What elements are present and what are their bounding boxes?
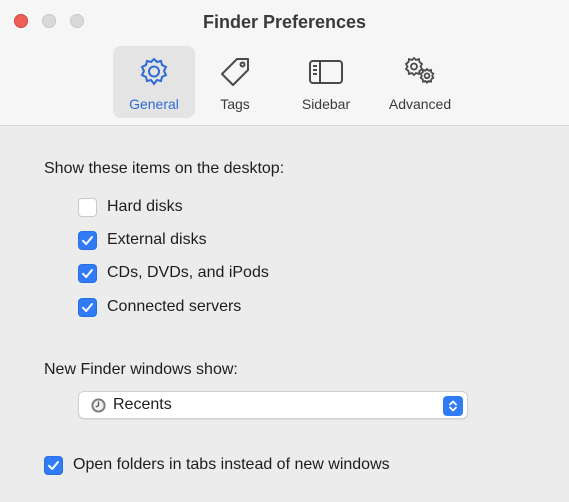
hard-disks-label: Hard disks: [107, 198, 183, 215]
tab-advanced[interactable]: Advanced: [376, 46, 464, 118]
tab-general[interactable]: General: [113, 46, 195, 118]
tab-sidebar[interactable]: Sidebar: [284, 46, 368, 118]
cds-dvds-ipods-checkbox[interactable]: [78, 263, 97, 283]
connected-servers-option[interactable]: Connected servers: [78, 296, 241, 318]
hard-disks-option[interactable]: Hard disks: [78, 196, 183, 218]
tab-tags[interactable]: Tags: [205, 46, 265, 118]
checkmark-icon: [82, 268, 93, 278]
hard-disks-checkbox[interactable]: [78, 197, 97, 217]
connected-servers-checkbox[interactable]: [78, 297, 97, 317]
open-folders-in-tabs-checkbox[interactable]: [44, 455, 63, 475]
open-folders-in-tabs-label: Open folders in tabs instead of new wind…: [73, 456, 390, 473]
cds-dvds-ipods-label: CDs, DVDs, and iPods: [107, 264, 269, 281]
tab-general-label: General: [129, 96, 179, 112]
tab-sidebar-label: Sidebar: [301, 96, 351, 112]
checkmark-icon: [82, 302, 93, 312]
external-disks-option[interactable]: External disks: [78, 229, 207, 251]
sidebar-icon: [306, 52, 346, 92]
new-windows-selected-value: Recents: [113, 396, 172, 413]
connected-servers-label: Connected servers: [107, 298, 242, 315]
finder-preferences-window: Finder Preferences General Tags Sidebar …: [0, 0, 569, 502]
clock-icon: [91, 398, 106, 413]
chevron-up-down-icon: [449, 400, 457, 412]
popup-stepper-button[interactable]: [443, 396, 463, 416]
cds-dvds-ipods-option[interactable]: CDs, DVDs, and iPods: [78, 262, 269, 284]
gear-icon: [134, 52, 174, 92]
external-disks-label: External disks: [107, 231, 207, 248]
new-windows-heading: New Finder windows show:: [44, 361, 238, 378]
tab-tags-label: Tags: [220, 96, 250, 112]
gears-icon: [400, 52, 440, 92]
window-title: Finder Preferences: [202, 12, 367, 32]
tag-icon: [215, 52, 255, 92]
titlebar-toolbar: Finder Preferences General Tags Sidebar …: [0, 0, 569, 126]
checkmark-icon: [48, 460, 59, 470]
external-disks-checkbox[interactable]: [78, 230, 97, 250]
tab-advanced-label: Advanced: [388, 96, 452, 112]
desktop-items-heading: Show these items on the desktop:: [44, 160, 285, 177]
checkmark-icon: [82, 235, 93, 245]
new-windows-select[interactable]: Recents: [78, 391, 468, 419]
open-folders-in-tabs-option[interactable]: Open folders in tabs instead of new wind…: [44, 454, 390, 476]
